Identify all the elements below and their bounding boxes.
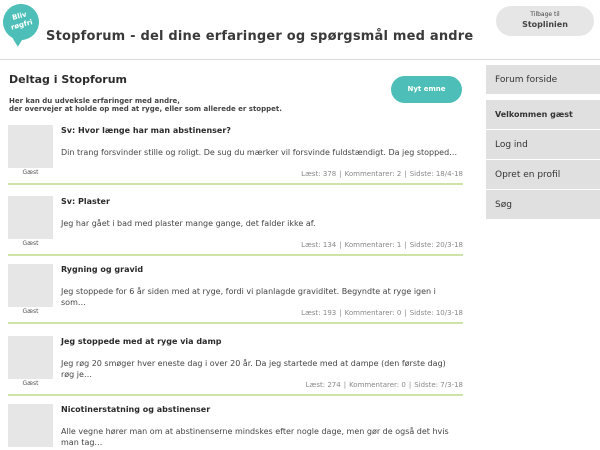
post-excerpt: Jeg røg 20 smøger hver eneste dag i over… (61, 359, 446, 379)
post-meta: Læst: 274 | Kommentarer: 0 | Sidste: 7/3-18 (306, 381, 463, 389)
post-title-link[interactable]: Nicotinerstatning og abstinenser (61, 405, 210, 414)
avatar (8, 336, 53, 379)
sidebar-nav: Forum forside Velkommen gæst Log ind Opr… (486, 65, 600, 220)
read-count: Læst: 134 (301, 241, 337, 249)
back-button-line1: Tilbage til (530, 11, 560, 18)
post-excerpt: Jeg har gået i bad med plaster mange gan… (61, 219, 316, 228)
post-item: Gæst Sv: Hvor længe har man abstinenser?… (8, 125, 463, 185)
intro-line-2: der overvejer at holde op med at ryge, e… (9, 105, 282, 113)
author-name: Gæst (22, 308, 39, 315)
site-header: Bliv røgfri Stopforum - del dine erfaring… (0, 0, 600, 60)
author-name: Gæst (22, 169, 39, 176)
sidebar-item-create-profile[interactable]: Opret en profil (486, 160, 600, 190)
author-name: Gæst (22, 380, 39, 387)
comment-count: Kommentarer: 0 (344, 309, 402, 317)
new-topic-button[interactable]: Nyt emne (391, 76, 462, 103)
sidebar-item-search[interactable]: Søg (486, 190, 600, 220)
post-meta: Læst: 134 | Kommentarer: 1 | Sidste: 20/3-18 (301, 241, 463, 249)
intro-text: Her kan du udveksle erfaringer med andre… (9, 97, 369, 113)
meta-separator: | (404, 241, 407, 249)
post-meta: Læst: 378 | Kommentarer: 2 | Sidste: 18/4-18 (301, 170, 463, 178)
last-date: Sidste: 10/3-18 (409, 309, 463, 317)
meta-separator: | (343, 381, 347, 389)
last-date: Sidste: 18/4-18 (409, 170, 463, 178)
post-title-link[interactable]: Jeg stoppede med at ryge via damp (61, 337, 222, 346)
sidebar-item-forum-home[interactable]: Forum forside (486, 65, 600, 95)
read-count: Læst: 193 (301, 309, 337, 317)
read-count: Læst: 378 (301, 170, 337, 178)
sidebar-item-login[interactable]: Log ind (486, 130, 600, 160)
post-excerpt: Jeg stoppede for 6 år siden med at ryge,… (61, 287, 436, 307)
page-title: Deltag i Stopforum (9, 73, 128, 86)
avatar (8, 264, 53, 307)
back-to-stoplinien-button[interactable]: Tilbage til Stoplinien (496, 6, 594, 36)
post-item: Gæst Sv: Plaster Jeg har gået i bad med … (8, 196, 463, 256)
post-item: Gæst Jeg stoppede med at ryge via damp J… (8, 336, 463, 396)
avatar (8, 196, 53, 239)
post-excerpt: Din trang forsvinder stille og roligt. D… (61, 148, 458, 157)
comment-count: Kommentarer: 1 (344, 241, 402, 249)
post-item: Nicotinerstatning og abstinenser Alle ve… (8, 404, 463, 450)
meta-separator: | (404, 170, 407, 178)
post-title-link[interactable]: Sv: Plaster (61, 197, 110, 206)
post-title-link[interactable]: Rygning og gravid (61, 265, 143, 274)
author-name: Gæst (22, 240, 39, 247)
back-button-line2: Stoplinien (522, 20, 568, 29)
read-count: Læst: 274 (305, 381, 341, 389)
last-date: Sidste: 7/3-18 (414, 381, 463, 389)
last-date: Sidste: 20/3-18 (409, 241, 463, 249)
post-excerpt: Alle vegne hører man om at abstinenserne… (61, 427, 449, 447)
post-item: Gæst Rygning og gravid Jeg stoppede for … (8, 264, 463, 324)
intro-line-1: Her kan du udveksle erfaringer med andre… (9, 97, 180, 105)
avatar (8, 125, 53, 168)
comment-count: Kommentarer: 2 (344, 170, 402, 178)
meta-separator: | (339, 309, 342, 317)
post-title-link[interactable]: Sv: Hvor længe har man abstinenser? (61, 126, 231, 135)
meta-separator: | (404, 309, 407, 317)
comment-count: Kommentarer: 0 (349, 381, 406, 389)
logo-icon[interactable]: Bliv røgfri (0, 0, 44, 45)
site-title: Stopforum - del dine erfaringer og spørg… (46, 29, 474, 44)
meta-separator: | (339, 170, 342, 178)
meta-separator: | (408, 381, 412, 389)
sidebar-welcome-guest: Velkommen gæst (486, 100, 600, 130)
meta-separator: | (339, 241, 342, 249)
post-meta: Læst: 193 | Kommentarer: 0 | Sidste: 10/3-18 (301, 309, 463, 317)
avatar (8, 404, 53, 447)
